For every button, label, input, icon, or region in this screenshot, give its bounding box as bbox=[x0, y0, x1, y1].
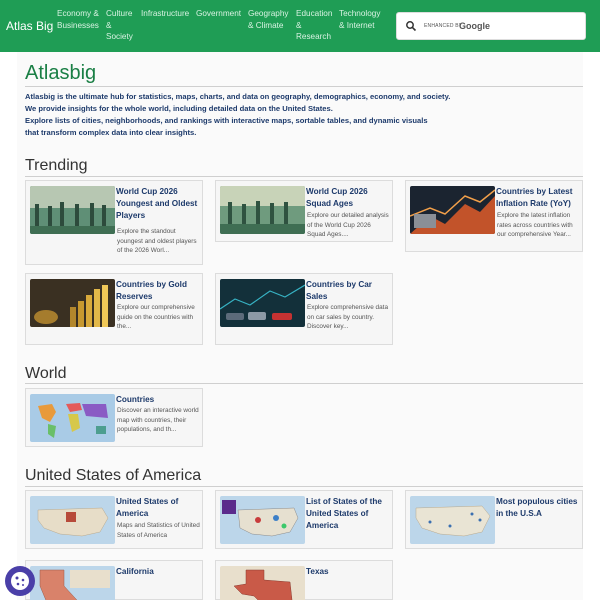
intro-line-4: that transform complex data into clear i… bbox=[25, 128, 197, 137]
card-inflation[interactable]: Countries by Latest Inflation Rate (YoY)… bbox=[405, 180, 583, 252]
card-car-sales[interactable]: Countries by Car Sales Explore comprehen… bbox=[215, 273, 393, 345]
card-populous-title[interactable]: Most populous cities in the U.S.A bbox=[496, 496, 582, 520]
card-worldcup-squad-desc: Explore our detailed analysis of the Wor… bbox=[307, 212, 389, 239]
card-countries-title[interactable]: Countries bbox=[116, 394, 202, 406]
card-countries-thumb bbox=[30, 394, 115, 442]
search-google-label: Google bbox=[459, 21, 490, 31]
card-texas[interactable]: Texas bbox=[215, 560, 393, 600]
card-countries-desc: Discover an interactive world map with c… bbox=[117, 407, 199, 434]
top-navbar: Atlas Big Economy & Businesses Culture &… bbox=[0, 0, 600, 52]
card-worldcup-squad-thumb bbox=[220, 186, 305, 234]
nav-economy[interactable]: Economy & Businesses bbox=[57, 8, 99, 31]
card-usa-desc: Maps and Statistics of United States of … bbox=[117, 522, 200, 539]
nav-technology-l2: & Internet bbox=[339, 20, 375, 30]
cities-map-image bbox=[410, 496, 495, 544]
card-states-thumb bbox=[220, 496, 305, 544]
card-inflation-title[interactable]: Countries by Latest Inflation Rate (YoY) bbox=[496, 186, 582, 210]
card-worldcup-oldest-title[interactable]: World Cup 2026 Youngest and Oldest Playe… bbox=[116, 186, 202, 222]
section-usa-title: United States of America bbox=[25, 467, 202, 484]
squad-image bbox=[220, 186, 305, 234]
card-car-sales-title[interactable]: Countries by Car Sales bbox=[306, 279, 392, 303]
nav-culture-l2: & bbox=[106, 20, 112, 30]
nav-culture[interactable]: Culture & Society bbox=[106, 8, 133, 43]
texas-map-image bbox=[220, 566, 305, 600]
nav-infrastructure[interactable]: Infrastructure bbox=[141, 8, 189, 20]
california-map-image bbox=[30, 566, 115, 600]
title-divider bbox=[25, 86, 583, 87]
intro-line-3: Explore lists of cities, neighborhoods, … bbox=[25, 116, 428, 125]
section-usa-divider bbox=[25, 486, 583, 487]
card-states[interactable]: List of States of the United States of A… bbox=[215, 490, 393, 549]
card-texas-thumb bbox=[220, 566, 305, 600]
stadium-image bbox=[30, 186, 115, 234]
card-worldcup-oldest-desc: Explore the standout youngest and oldest… bbox=[117, 228, 197, 255]
card-populous[interactable]: Most populous cities in the U.S.A bbox=[405, 490, 583, 549]
card-gold[interactable]: Countries by Gold Reserves Explore our c… bbox=[25, 273, 203, 345]
nav-technology[interactable]: Technology & Internet bbox=[339, 8, 380, 31]
card-usa[interactable]: United States of America Maps and Statis… bbox=[25, 490, 203, 549]
cookie-icon bbox=[11, 572, 29, 590]
nav-education-l1: Education bbox=[296, 9, 333, 18]
states-map-image bbox=[220, 496, 305, 544]
nav-education-l2: & bbox=[296, 20, 302, 30]
nav-education[interactable]: Education & Research bbox=[296, 8, 332, 43]
nav-technology-l1: Technology bbox=[339, 9, 381, 18]
card-california[interactable]: California bbox=[25, 560, 203, 600]
cookie-settings-button[interactable] bbox=[5, 566, 35, 596]
card-worldcup-oldest[interactable]: World Cup 2026 Youngest and Oldest Playe… bbox=[25, 180, 203, 265]
card-gold-desc: Explore our comprehensive guide on the c… bbox=[117, 304, 195, 331]
section-trending-title: Trending bbox=[25, 157, 88, 174]
brand-link[interactable]: Atlas Big bbox=[6, 19, 53, 33]
card-worldcup-squad[interactable]: World Cup 2026 Squad Ages Explore our de… bbox=[215, 180, 393, 242]
card-texas-title[interactable]: Texas bbox=[306, 566, 392, 578]
card-inflation-thumb bbox=[410, 186, 495, 234]
nav-geography-l1: Geography bbox=[248, 9, 289, 18]
world-map-image bbox=[30, 394, 115, 442]
nav-education-l3: Research bbox=[296, 32, 332, 41]
inflation-image bbox=[410, 186, 495, 234]
usa-map-image bbox=[30, 496, 115, 544]
page-title: Atlasbig bbox=[25, 62, 97, 84]
card-worldcup-squad-title[interactable]: World Cup 2026 Squad Ages bbox=[306, 186, 392, 210]
card-worldcup-oldest-thumb bbox=[30, 186, 115, 234]
card-usa-title[interactable]: United States of America bbox=[116, 496, 202, 520]
card-usa-thumb bbox=[30, 496, 115, 544]
section-world-title: World bbox=[25, 365, 67, 382]
card-car-sales-desc: Explore comprehensive data on car sales … bbox=[307, 304, 388, 331]
nav-culture-l3: Society bbox=[106, 32, 133, 41]
card-countries[interactable]: Countries Discover an interactive world … bbox=[25, 388, 203, 447]
card-inflation-desc: Explore the latest inflation rates acros… bbox=[497, 212, 573, 239]
card-states-title[interactable]: List of States of the United States of A… bbox=[306, 496, 392, 532]
nav-geography[interactable]: Geography & Climate bbox=[248, 8, 289, 31]
nav-geography-l2: & Climate bbox=[248, 20, 284, 30]
nav-government[interactable]: Government bbox=[196, 8, 241, 20]
card-california-thumb bbox=[30, 566, 115, 600]
card-populous-thumb bbox=[410, 496, 495, 544]
card-car-sales-thumb bbox=[220, 279, 305, 327]
intro-line-2: We provide insights for the whole world,… bbox=[25, 104, 333, 113]
cars-image bbox=[220, 279, 305, 327]
intro-line-1: Atlasbig is the ultimate hub for statist… bbox=[25, 92, 451, 101]
nav-economy-l2: Businesses bbox=[57, 20, 99, 30]
section-world-divider bbox=[25, 383, 583, 384]
card-gold-title[interactable]: Countries by Gold Reserves bbox=[116, 279, 202, 303]
gold-image bbox=[30, 279, 115, 327]
card-california-title[interactable]: California bbox=[116, 566, 202, 578]
nav-economy-l1: Economy & bbox=[57, 9, 99, 18]
nav-culture-l1: Culture bbox=[106, 9, 133, 18]
section-trending-divider bbox=[25, 176, 583, 177]
search-enhanced-label: ENHANCED BY bbox=[424, 23, 463, 29]
card-gold-thumb bbox=[30, 279, 115, 327]
search-input[interactable]: ENHANCED BY Google bbox=[396, 12, 586, 40]
search-icon[interactable] bbox=[405, 20, 417, 32]
